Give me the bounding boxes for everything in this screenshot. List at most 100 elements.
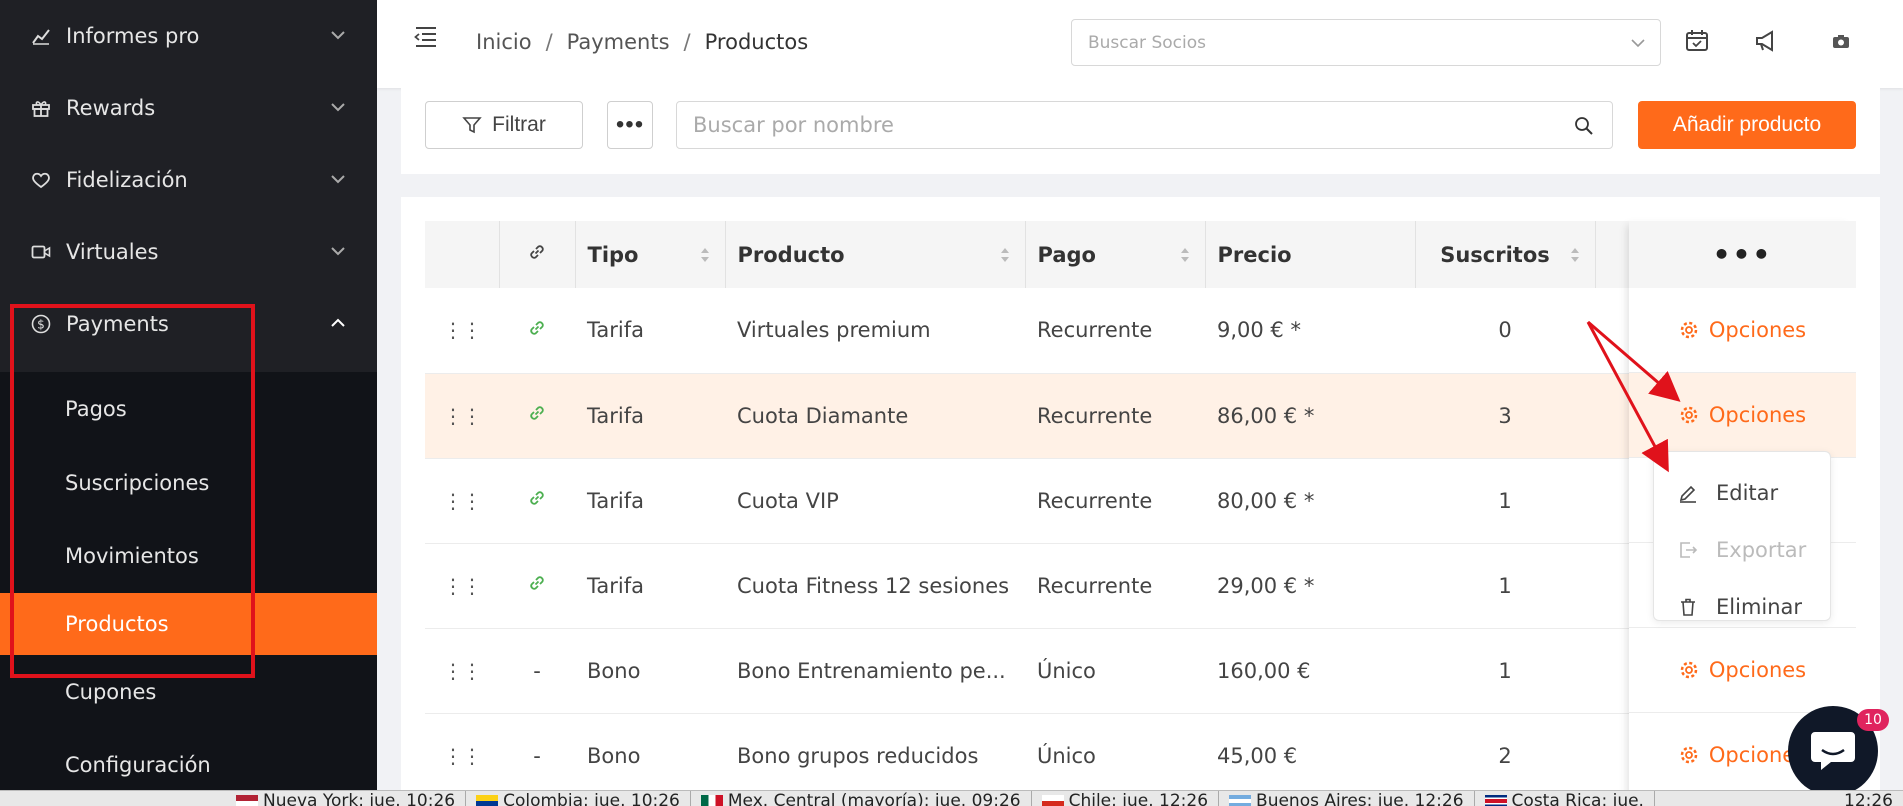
col-producto-label: Producto [737,242,845,267]
col-suscritos-label: Suscritos [1440,242,1550,267]
actions-cell: Opciones [1629,628,1856,713]
sidebar-item-label: Virtuales [66,240,159,264]
drag-handle[interactable]: ⋮⋮ [425,713,499,797]
megaphone-icon[interactable] [1753,28,1779,54]
name-search-placeholder: Buscar por nombre [693,113,894,137]
link-cell[interactable] [499,458,575,543]
video-icon [30,241,52,263]
drag-handle[interactable]: ⋮⋮ [425,543,499,628]
cell-tipo: Tarifa [587,488,644,513]
options-dropdown-menu: Editar Exportar Eliminar [1653,451,1831,621]
name-search-input[interactable]: Buscar por nombre [676,101,1613,149]
gear-icon [1680,321,1698,339]
col-link [498,221,575,288]
gear-icon [1680,406,1698,424]
breadcrumb: Inicio / Payments / Productos [476,30,808,54]
breadcrumb-inicio[interactable]: Inicio [476,30,532,54]
cell-pago: Recurrente [1037,318,1153,343]
sidebar-subitem-productos[interactable]: Productos [0,593,377,655]
sort-icon[interactable] [699,246,711,264]
menu-item-exportar[interactable]: Exportar [1654,521,1830,578]
col-producto[interactable]: Producto [724,221,1025,288]
drag-handle-icon: ⋮⋮ [443,403,482,428]
sidebar-item-virtuales[interactable]: Virtuales [0,216,377,288]
argentina-flag-icon [1229,795,1252,806]
link-cell[interactable] [499,543,575,628]
timezone-item: Costa Rica: jue. [1475,791,1655,806]
chat-notification-badge: 10 [1857,709,1889,731]
sidebar-item-label: Informes pro [66,24,200,48]
more-options-button[interactable]: ••• [607,101,653,149]
sort-icon[interactable] [1569,246,1581,264]
add-product-button[interactable]: Añadir producto [1638,101,1856,149]
no-link-text: - [533,743,541,768]
sidebar-subitem-cupones[interactable]: Cupones [0,655,377,728]
sidebar: Informes pro Rewards Fidelización Virtua… [0,0,377,790]
chevron-down-icon [331,247,345,256]
sidebar-subitem-movimientos[interactable]: Movimientos [0,519,377,593]
sidebar-item-fidelizacion[interactable]: Fidelización [0,144,377,216]
col-precio-label: Precio [1217,242,1292,267]
no-link-text: - [533,658,541,683]
cell-producto: Virtuales premium [737,318,931,343]
timezone-item: Colombia: jue. 10:26 [466,791,691,806]
sidebar-top-group: Informes pro Rewards Fidelización Virtua… [0,0,377,372]
col-suscritos[interactable]: Suscritos [1414,221,1595,288]
menu-item-eliminar[interactable]: Eliminar [1654,578,1830,635]
sidebar-subitem-suscripciones[interactable]: Suscripciones [0,446,377,519]
drag-handle[interactable]: ⋮⋮ [425,373,499,458]
member-search-select[interactable]: Buscar Socios [1071,19,1661,66]
dollar-circle-icon: $ [30,313,52,335]
filter-button[interactable]: Filtrar [425,101,583,149]
gift-icon [30,97,52,119]
link-cell[interactable] [499,288,575,373]
options-button[interactable]: Opciones [1679,743,1806,767]
timezone-item: Buenos Aires: jue. 12:26 [1219,791,1475,806]
chevron-down-icon [331,175,345,184]
sidebar-item-informes-pro[interactable]: Informes pro [0,0,377,72]
drag-handle[interactable]: ⋮⋮ [425,458,499,543]
menu-toggle-icon[interactable] [413,24,439,50]
cell-tipo: Bono [587,743,641,768]
sort-icon[interactable] [1179,246,1191,264]
cell-tipo: Tarifa [587,318,644,343]
cell-precio: 80,00 € * [1217,488,1315,513]
drag-handle[interactable]: ⋮⋮ [425,288,499,373]
cell-precio: 29,00 € * [1217,573,1315,598]
actions-header-more[interactable]: ••• [1629,221,1856,288]
cell-suscritos: 1 [1498,573,1512,598]
sidebar-item-rewards[interactable]: Rewards [0,72,377,144]
trash-icon [1681,598,1695,616]
filter-button-label: Filtrar [492,113,546,136]
calendar-icon[interactable] [1684,28,1710,54]
drag-handle[interactable]: ⋮⋮ [425,628,499,713]
sort-icon[interactable] [999,246,1011,264]
menu-item-editar[interactable]: Editar [1654,464,1830,521]
sidebar-subitem-pagos[interactable]: Pagos [0,372,377,446]
cell-suscritos: 3 [1498,403,1512,428]
options-button[interactable]: Opciones [1679,318,1806,342]
cell-producto: Cuota Diamante [737,403,909,428]
link-icon [530,321,544,335]
breadcrumb-payments[interactable]: Payments [567,30,670,54]
colombia-flag-icon [476,795,499,806]
timezone-label: Chile: jue. 12:26 [1068,791,1209,806]
chevron-down-icon [331,31,345,40]
link-cell[interactable] [499,373,575,458]
cell-producto: Bono Entrenamiento pe... [737,658,1006,683]
pencil-icon [1679,485,1696,503]
cell-suscritos: 0 [1498,318,1512,343]
timezone-item: Nueva York: jue. 10:26 [0,791,467,806]
timezone-taskbar: Nueva York: jue. 10:26 Colombia: jue. 10:… [0,790,1903,806]
col-tipo[interactable]: Tipo [574,221,725,288]
menu-item-label: Eliminar [1716,594,1803,619]
export-icon [1680,541,1698,558]
options-button[interactable]: Opciones [1679,403,1806,427]
options-button[interactable]: Opciones [1679,658,1806,682]
cell-pago: Único [1037,743,1096,768]
camera-icon[interactable] [1828,28,1854,54]
link-cell: - [499,713,575,797]
col-pago[interactable]: Pago [1024,221,1205,288]
options-label: Opciones [1708,318,1807,342]
sidebar-item-payments[interactable]: $ Payments [0,288,377,360]
